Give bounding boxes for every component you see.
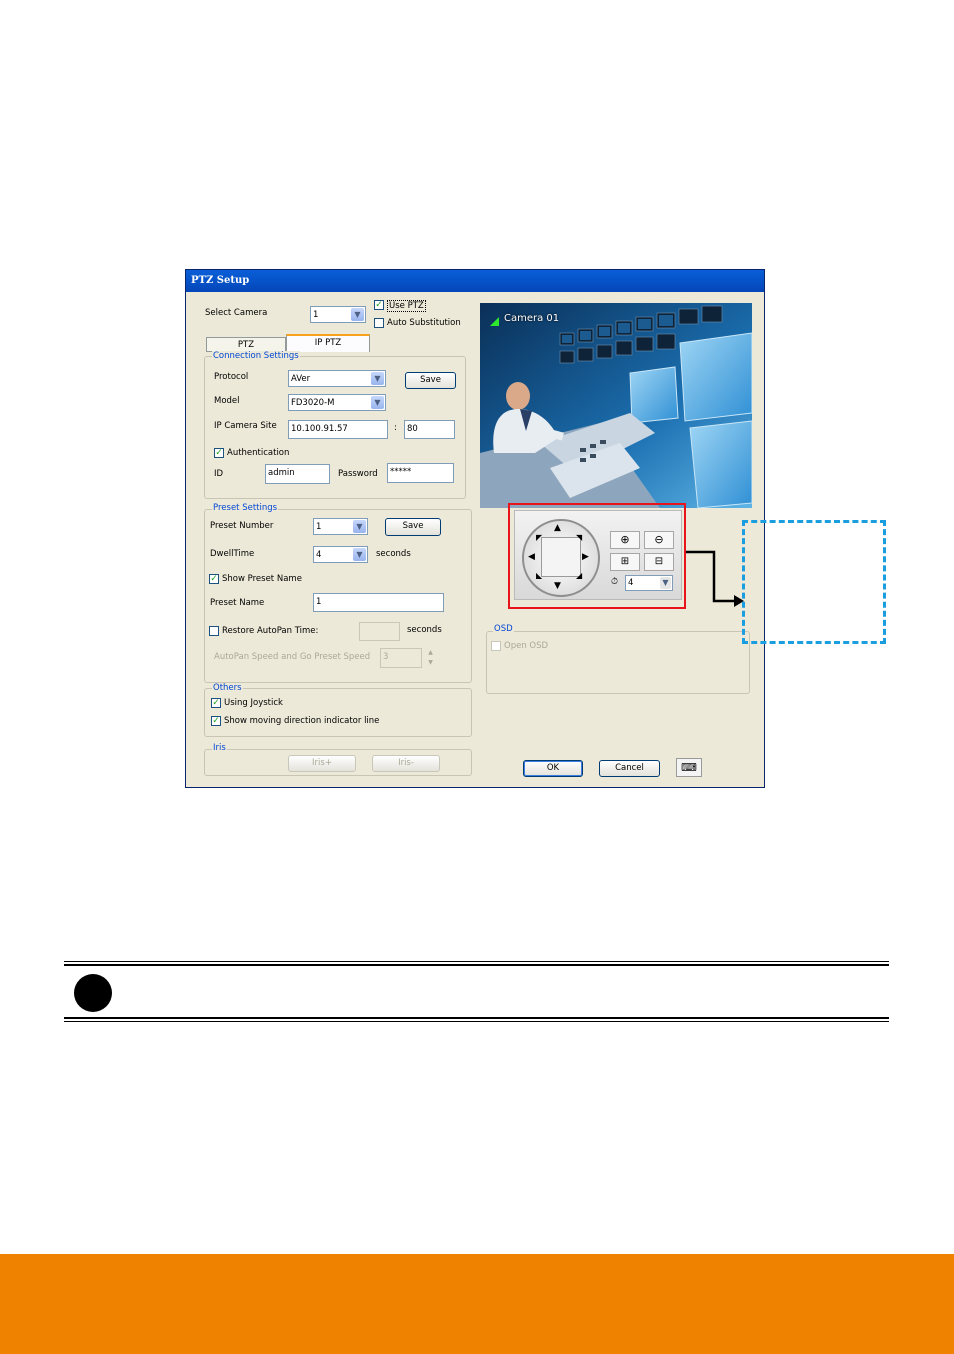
restore-autopan-checkbox[interactable]: [209, 626, 219, 636]
autopan-speed-spinner[interactable]: 3: [380, 648, 422, 668]
id-input[interactable]: admin: [265, 464, 330, 484]
select-camera-label: Select Camera: [205, 308, 268, 318]
open-osd-label: Open OSD: [504, 641, 549, 651]
id-label: ID: [214, 469, 224, 479]
dwell-time-unit: seconds: [376, 549, 411, 559]
preset-number-combo[interactable]: 1 ▼: [313, 518, 368, 535]
ip-camera-site-label: IP Camera Site: [214, 421, 277, 431]
dwell-time-label: DwellTime: [210, 549, 255, 559]
autopan-speed-label: AutoPan Speed and Go Preset Speed: [214, 652, 371, 662]
control-room-image: [480, 303, 752, 508]
auto-substitution-checkbox[interactable]: [374, 318, 384, 328]
tab-ptz[interactable]: PTZ: [206, 337, 286, 352]
callout-arrow: [686, 550, 744, 607]
note-bottom-rule: [64, 1021, 889, 1022]
ip-camera-site-input[interactable]: 10.100.91.57: [288, 420, 388, 439]
ptz-highlight-frame: [508, 503, 686, 609]
camera-name-overlay: Camera 01: [504, 313, 560, 324]
preset-number-label: Preset Number: [210, 521, 274, 531]
cancel-button[interactable]: Cancel: [599, 760, 660, 777]
preset-name-input[interactable]: 1: [313, 593, 444, 612]
use-ptz-label: Use PTZ: [387, 300, 426, 312]
port-input[interactable]: 80: [404, 420, 455, 439]
note-top-rule-thick: [64, 964, 889, 966]
using-joystick-checkbox[interactable]: ✓: [211, 698, 221, 708]
dwell-time-value: 4: [316, 550, 322, 560]
camera-preview: Camera 01: [480, 303, 752, 508]
osd-title: OSD: [493, 624, 514, 634]
preset-name-label: Preset Name: [210, 598, 265, 608]
chevron-down-icon: ▼: [371, 372, 384, 385]
show-preset-name-label: Show Preset Name: [222, 574, 302, 584]
preset-settings-title: Preset Settings: [212, 503, 279, 513]
protocol-label: Protocol: [214, 372, 249, 382]
connection-settings-title: Connection Settings: [212, 351, 300, 361]
chevron-down-icon: ▼: [371, 396, 384, 409]
callout-box: [742, 520, 886, 644]
model-label: Model: [214, 396, 240, 406]
authentication-label: Authentication: [227, 448, 290, 458]
iris-title: Iris: [212, 743, 227, 753]
using-joystick-label: Using Joystick: [224, 698, 283, 708]
restore-autopan-label: Restore AutoPan Time:: [222, 626, 319, 636]
select-camera-combo[interactable]: 1 ▼: [310, 306, 366, 323]
tab-ip-ptz[interactable]: IP PTZ: [286, 334, 370, 352]
password-label: Password: [338, 469, 378, 479]
dwell-time-combo[interactable]: 4 ▼: [313, 546, 368, 563]
spinner-arrows-icon[interactable]: ▲ ▼: [424, 648, 437, 668]
iris-minus-button[interactable]: Iris-: [372, 755, 440, 772]
chevron-down-icon: ▼: [353, 548, 366, 561]
others-title: Others: [212, 683, 243, 693]
note-bottom-rule-thick: [64, 1017, 889, 1019]
keyboard-icon[interactable]: ⌨: [676, 758, 702, 777]
footer-bar: [0, 1254, 954, 1354]
port-separator: :: [394, 423, 397, 433]
restore-autopan-unit: seconds: [407, 625, 442, 635]
show-indicator-label: Show moving direction indicator line: [224, 716, 380, 726]
note-bullet-icon: [74, 974, 112, 1012]
password-input[interactable]: *****: [387, 463, 454, 483]
chevron-down-icon: ▼: [351, 308, 364, 321]
preset-save-button[interactable]: Save: [385, 518, 441, 536]
dialog-title: PTZ Setup: [186, 270, 764, 292]
autopan-speed-value: 3: [383, 652, 389, 662]
protocol-combo[interactable]: AVer ▼: [288, 370, 386, 387]
model-value: FD3020-M: [291, 398, 335, 408]
model-combo[interactable]: FD3020-M ▼: [288, 394, 386, 411]
protocol-value: AVer: [291, 374, 311, 384]
others-group: [204, 688, 472, 737]
show-preset-name-checkbox[interactable]: ✓: [209, 574, 219, 584]
signal-triangle-icon: [490, 317, 499, 326]
open-osd-checkbox[interactable]: [491, 641, 501, 651]
restore-autopan-input[interactable]: [359, 622, 400, 641]
connection-save-button[interactable]: Save: [405, 372, 456, 389]
note-top-rule: [64, 961, 889, 962]
auto-substitution-label: Auto Substitution: [387, 318, 461, 328]
preset-number-value: 1: [316, 522, 322, 532]
authentication-checkbox[interactable]: ✓: [214, 448, 224, 458]
select-camera-value: 1: [313, 310, 319, 320]
use-ptz-checkbox[interactable]: ✓: [374, 300, 384, 310]
show-indicator-checkbox[interactable]: ✓: [211, 716, 221, 726]
iris-plus-button[interactable]: Iris+: [288, 755, 356, 772]
ok-button[interactable]: OK: [523, 760, 583, 777]
chevron-down-icon: ▼: [353, 520, 366, 533]
